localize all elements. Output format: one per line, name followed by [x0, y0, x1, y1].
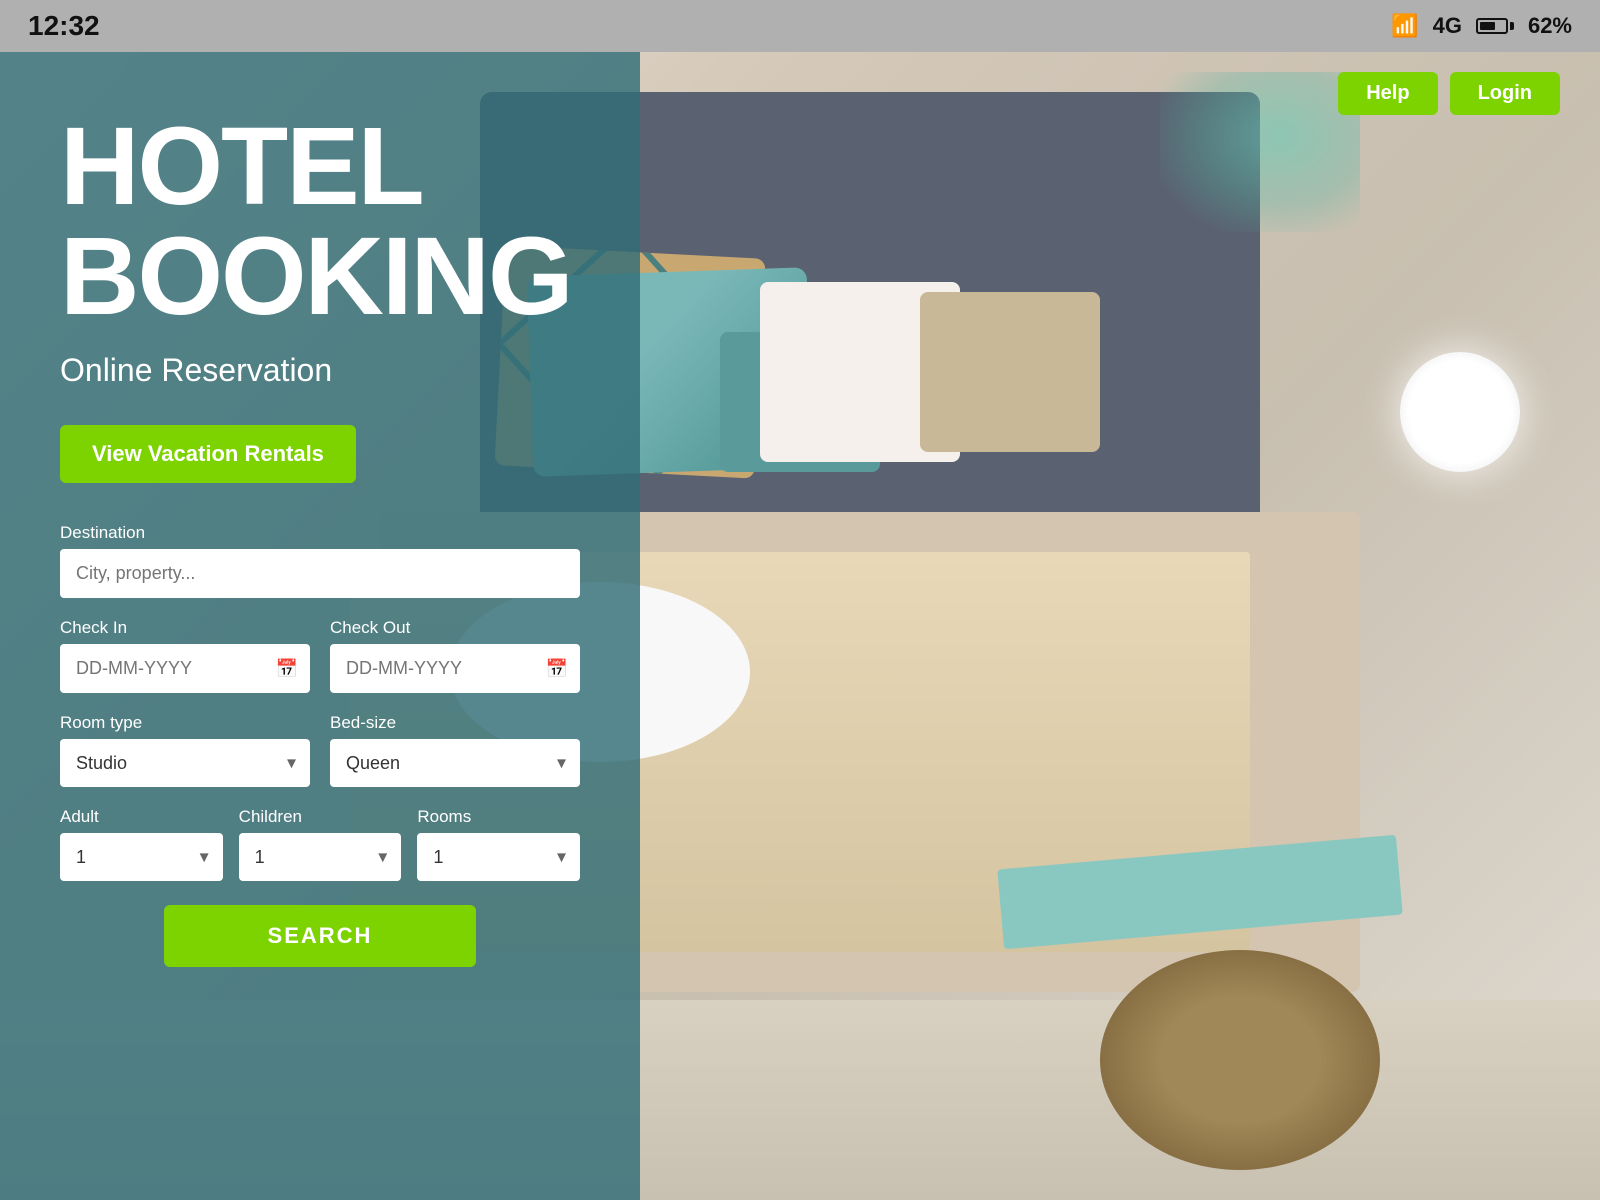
hero-title: HOTEL BOOKING [60, 112, 580, 332]
checkin-wrapper: 📅 [60, 644, 310, 693]
wall-art [1160, 72, 1360, 232]
checkin-label: Check In [60, 618, 310, 638]
checkout-col: Check Out 📅 [330, 618, 580, 693]
top-right-buttons: Help Login [1338, 72, 1560, 115]
guests-row: Adult 1 2 3 4 Children 0 [60, 807, 580, 881]
floor-pouf [1100, 950, 1380, 1170]
bedsize-label: Bed-size [330, 713, 580, 733]
checkout-calendar-icon: 📅 [546, 658, 568, 679]
bedsize-select-wrapper: Queen King Twin Double Single [330, 739, 580, 787]
signal-label: 4G [1433, 13, 1462, 39]
checkin-col: Check In 📅 [60, 618, 310, 693]
search-button[interactable]: SEARCH [164, 905, 476, 967]
adult-col: Adult 1 2 3 4 [60, 807, 223, 881]
login-button[interactable]: Login [1450, 72, 1560, 115]
hero-subtitle: Online Reservation [60, 352, 580, 389]
roomtype-label: Room type [60, 713, 310, 733]
children-select-wrapper: 0 1 2 3 [239, 833, 402, 881]
roomtype-select-wrapper: Studio Single Double Suite Deluxe [60, 739, 310, 787]
status-icons: 📶 4G 62% [1391, 13, 1572, 39]
status-time: 12:32 [28, 10, 100, 42]
bedsize-col: Bed-size Queen King Twin Double Single [330, 713, 580, 787]
rooms-select[interactable]: 1 2 3 4 [417, 833, 580, 881]
roomtype-col: Room type Studio Single Double Suite Del… [60, 713, 310, 787]
checkout-label: Check Out [330, 618, 580, 638]
room-bed-row: Room type Studio Single Double Suite Del… [60, 713, 580, 787]
adult-select-wrapper: 1 2 3 4 [60, 833, 223, 881]
bedsize-select[interactable]: Queen King Twin Double Single [330, 739, 580, 787]
children-select[interactable]: 0 1 2 3 [239, 833, 402, 881]
battery-percent: 62% [1528, 13, 1572, 39]
dates-row: Check In 📅 Check Out 📅 [60, 618, 580, 693]
help-button[interactable]: Help [1338, 72, 1437, 115]
rooms-label: Rooms [417, 807, 580, 827]
booking-form: Destination Check In 📅 Check Out 📅 [60, 523, 580, 967]
rooms-col: Rooms 1 2 3 4 [417, 807, 580, 881]
status-bar: 12:32 📶 4G 62% [0, 0, 1600, 52]
checkout-input[interactable] [330, 644, 580, 693]
battery-icon [1476, 18, 1514, 34]
view-vacation-button[interactable]: View Vacation Rentals [60, 425, 356, 483]
destination-label: Destination [60, 523, 580, 543]
children-label: Children [239, 807, 402, 827]
main-content: Help Login HOTEL BOOKING Online Reservat… [0, 52, 1600, 1200]
checkout-wrapper: 📅 [330, 644, 580, 693]
adult-label: Adult [60, 807, 223, 827]
rooms-select-wrapper: 1 2 3 4 [417, 833, 580, 881]
checkin-calendar-icon: 📅 [276, 658, 298, 679]
wifi-icon: 📶 [1391, 13, 1418, 39]
destination-input[interactable] [60, 549, 580, 598]
pillow-beige [920, 292, 1100, 452]
adult-select[interactable]: 1 2 3 4 [60, 833, 223, 881]
checkin-input[interactable] [60, 644, 310, 693]
children-col: Children 0 1 2 3 [239, 807, 402, 881]
overlay-panel: HOTEL BOOKING Online Reservation View Va… [0, 52, 640, 1200]
roomtype-select[interactable]: Studio Single Double Suite Deluxe [60, 739, 310, 787]
bedside-lamp [1400, 352, 1520, 472]
